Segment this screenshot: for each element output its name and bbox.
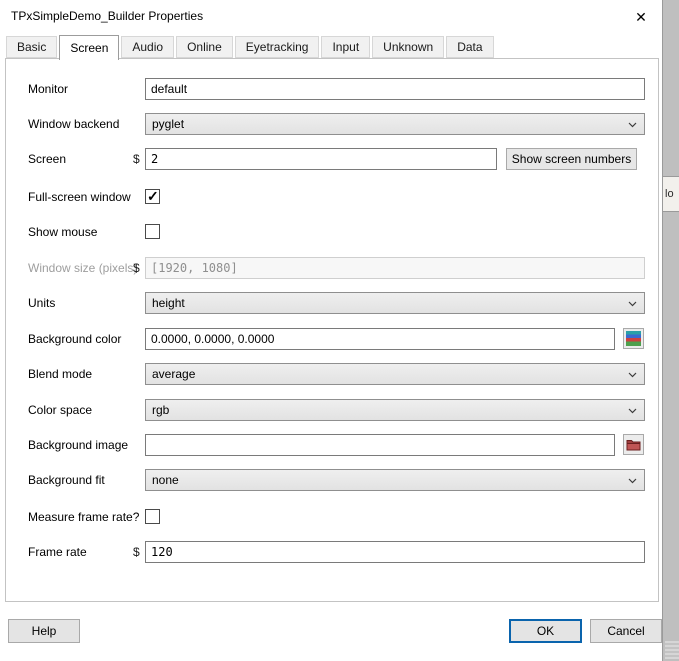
blend-mode-value: average: [152, 367, 195, 381]
tab-screen[interactable]: Screen: [59, 35, 119, 60]
tab-unknown[interactable]: Unknown: [372, 36, 444, 58]
measure-frame-rate-label: Measure frame rate?: [28, 510, 139, 524]
background-window-text: lo: [665, 188, 674, 200]
folder-icon: [626, 438, 641, 451]
tab-bar: Basic Screen Audio Online Eyetracking In…: [6, 35, 496, 60]
fullscreen-checkbox[interactable]: [145, 189, 160, 204]
desktop-background: [663, 0, 679, 661]
tab-eyetracking[interactable]: Eyetracking: [235, 36, 320, 58]
blend-mode-select[interactable]: average: [145, 363, 645, 385]
monitor-input[interactable]: [145, 78, 645, 100]
fullscreen-label: Full-screen window: [28, 190, 131, 204]
title-bar: TPxSimpleDemo_Builder Properties ✕: [0, 0, 662, 32]
screen-tab-panel: Monitor Window backend pyglet Screen $ S…: [5, 58, 659, 602]
frame-rate-input[interactable]: [145, 541, 645, 563]
color-space-value: rgb: [152, 403, 169, 417]
background-window-fragment-2: [665, 641, 679, 659]
blend-mode-label: Blend mode: [28, 367, 92, 381]
show-screen-numbers-button[interactable]: Show screen numbers: [506, 148, 637, 170]
window-title: TPxSimpleDemo_Builder Properties: [11, 9, 203, 23]
window-size-dollar-prefix: $: [133, 261, 140, 275]
cancel-button[interactable]: Cancel: [590, 619, 662, 643]
screen-dollar-prefix: $: [133, 152, 140, 166]
browse-file-button[interactable]: [623, 434, 644, 455]
color-picker-icon: [626, 331, 641, 346]
chevron-down-icon: [628, 408, 637, 414]
chevron-down-icon: [628, 301, 637, 307]
color-picker-button[interactable]: [623, 328, 644, 349]
tab-data[interactable]: Data: [446, 36, 493, 58]
background-color-label: Background color: [28, 332, 121, 346]
background-window-fragment: lo: [663, 176, 679, 212]
help-button[interactable]: Help: [8, 619, 80, 643]
window-size-label: Window size (pixels): [28, 261, 137, 275]
chevron-down-icon: [628, 372, 637, 378]
frame-rate-label: Frame rate: [28, 545, 87, 559]
background-image-input[interactable]: [145, 434, 615, 456]
screen-label: Screen: [28, 152, 66, 166]
color-space-label: Color space: [28, 403, 92, 417]
ok-button[interactable]: OK: [509, 619, 582, 643]
window-backend-select[interactable]: pyglet: [145, 113, 645, 135]
window-size-input: [145, 257, 645, 279]
tab-input[interactable]: Input: [321, 36, 370, 58]
show-mouse-checkbox[interactable]: [145, 224, 160, 239]
screen-input[interactable]: [145, 148, 497, 170]
background-color-input[interactable]: [145, 328, 615, 350]
units-value: height: [152, 296, 185, 310]
frame-rate-dollar-prefix: $: [133, 545, 140, 559]
tab-basic[interactable]: Basic: [6, 36, 57, 58]
units-select[interactable]: height: [145, 292, 645, 314]
chevron-down-icon: [628, 122, 637, 128]
close-icon[interactable]: ✕: [629, 6, 653, 28]
tab-audio[interactable]: Audio: [121, 36, 174, 58]
properties-dialog: TPxSimpleDemo_Builder Properties ✕ Basic…: [0, 0, 663, 661]
background-fit-label: Background fit: [28, 473, 105, 487]
show-mouse-label: Show mouse: [28, 225, 97, 239]
window-backend-value: pyglet: [152, 117, 184, 131]
monitor-label: Monitor: [28, 82, 68, 96]
tab-online[interactable]: Online: [176, 36, 233, 58]
color-space-select[interactable]: rgb: [145, 399, 645, 421]
measure-frame-rate-checkbox[interactable]: [145, 509, 160, 524]
background-image-label: Background image: [28, 438, 128, 452]
background-fit-select[interactable]: none: [145, 469, 645, 491]
chevron-down-icon: [628, 478, 637, 484]
units-label: Units: [28, 296, 55, 310]
background-fit-value: none: [152, 473, 179, 487]
window-backend-label: Window backend: [28, 117, 119, 131]
